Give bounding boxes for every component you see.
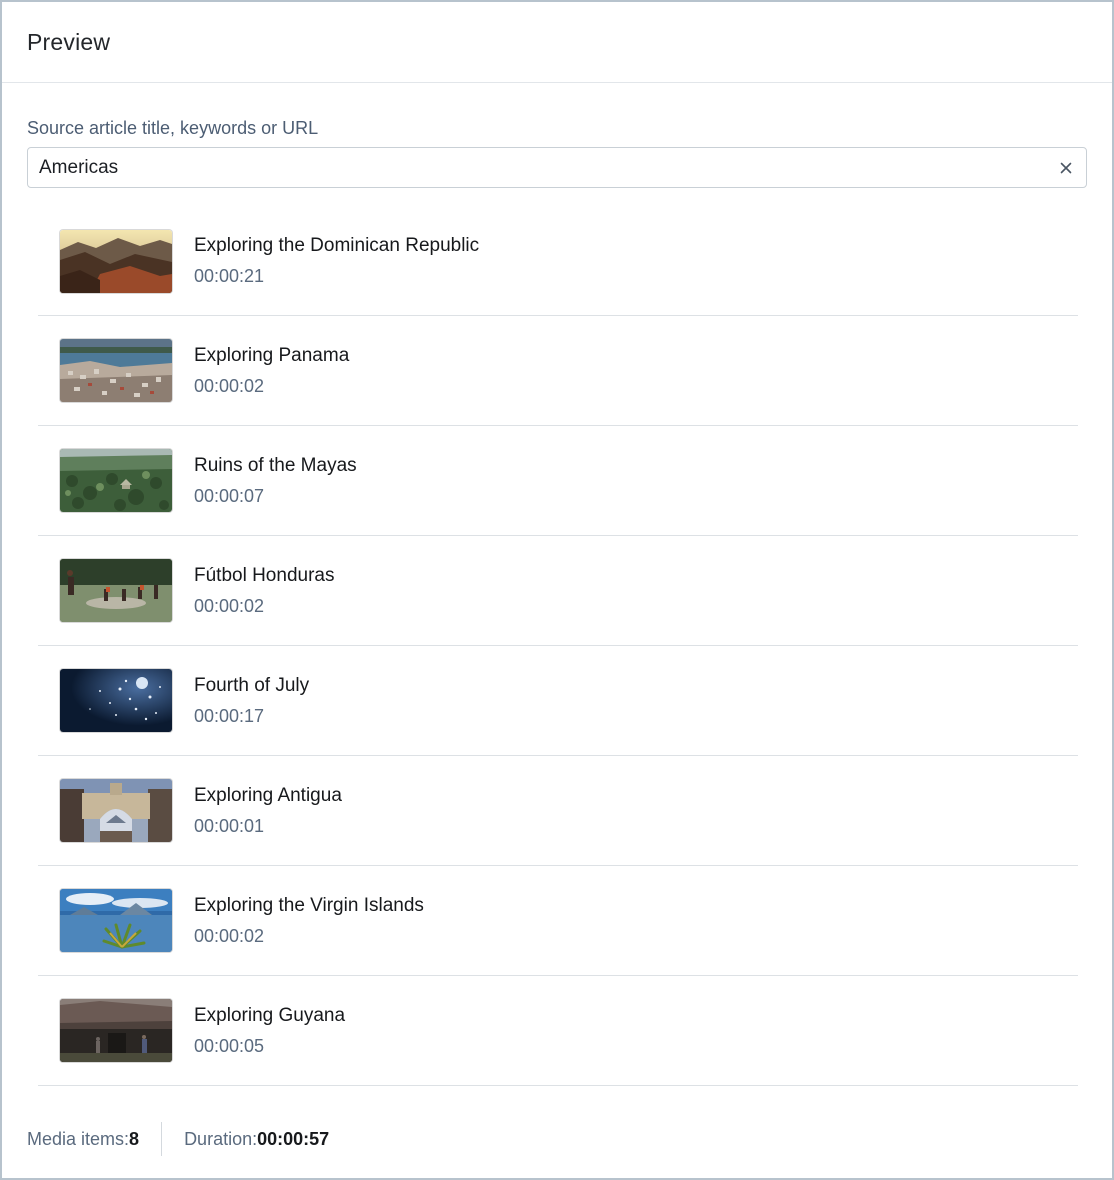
media-item[interactable]: Exploring Antigua 00:00:01 bbox=[38, 756, 1078, 866]
village-hut-thumbnail bbox=[60, 999, 172, 1062]
clear-search-button[interactable] bbox=[1046, 148, 1086, 187]
panel-header: Preview bbox=[2, 2, 1112, 83]
media-title: Fútbol Honduras bbox=[194, 564, 335, 586]
media-item[interactable]: Exploring Panama 00:00:02 bbox=[38, 316, 1078, 426]
coastal-city-thumbnail bbox=[60, 339, 172, 402]
summary-footer: Media items: 8 Duration: 00:00:57 bbox=[27, 1122, 329, 1156]
media-title: Ruins of the Mayas bbox=[194, 454, 357, 476]
media-title: Exploring the Dominican Republic bbox=[194, 235, 480, 256]
mountain-valley-thumbnail bbox=[60, 229, 172, 293]
footer-divider bbox=[161, 1122, 163, 1156]
media-list: Exploring the Dominican Republic 00:00:2… bbox=[38, 207, 1078, 1086]
media-item[interactable]: Ruins of the Mayas 00:00:07 bbox=[38, 426, 1078, 536]
media-title: Exploring Antigua bbox=[194, 784, 342, 806]
media-title: Exploring the Virgin Islands bbox=[194, 894, 424, 916]
media-duration: 00:00:05 bbox=[194, 1035, 265, 1056]
fireworks-thumbnail bbox=[60, 669, 172, 732]
lake-palm-thumbnail bbox=[60, 889, 172, 952]
media-items-label: Media items: bbox=[27, 1128, 130, 1149]
media-item[interactable]: Fourth of July 00:00:17 bbox=[38, 646, 1078, 756]
duration-label: Duration: bbox=[184, 1128, 258, 1149]
media-items-count: 8 bbox=[129, 1128, 140, 1149]
media-duration: 00:00:02 bbox=[194, 375, 265, 396]
media-duration: 00:00:17 bbox=[194, 705, 265, 726]
media-duration: 00:00:02 bbox=[194, 925, 265, 946]
media-duration: 00:00:01 bbox=[194, 815, 265, 836]
search-input[interactable] bbox=[28, 148, 1046, 187]
search-label: Source article title, keywords or URL bbox=[27, 118, 319, 138]
jungle-ruins-thumbnail bbox=[60, 449, 172, 512]
media-duration: 00:00:02 bbox=[194, 595, 265, 616]
football-players-thumbnail bbox=[60, 559, 172, 622]
media-duration: 00:00:21 bbox=[194, 266, 265, 286]
search-field[interactable] bbox=[27, 147, 1087, 188]
media-title: Exploring Panama bbox=[194, 344, 350, 366]
media-item[interactable]: Exploring Guyana 00:00:05 bbox=[38, 976, 1078, 1086]
media-title: Fourth of July bbox=[194, 674, 310, 696]
media-title: Exploring Guyana bbox=[194, 1004, 346, 1026]
media-item[interactable]: Fútbol Honduras 00:00:02 bbox=[38, 536, 1078, 646]
close-icon bbox=[1060, 162, 1072, 173]
arch-street-thumbnail bbox=[60, 779, 172, 842]
media-duration: 00:00:07 bbox=[194, 485, 265, 506]
media-item[interactable]: Exploring the Virgin Islands 00:00:02 bbox=[38, 866, 1078, 976]
total-duration: 00:00:57 bbox=[257, 1128, 330, 1149]
panel-title: Preview bbox=[27, 28, 111, 55]
preview-panel: Preview Source article title, keywords o… bbox=[0, 0, 1114, 1180]
media-item[interactable]: Exploring the Dominican Republic 00:00:2… bbox=[38, 207, 1078, 316]
